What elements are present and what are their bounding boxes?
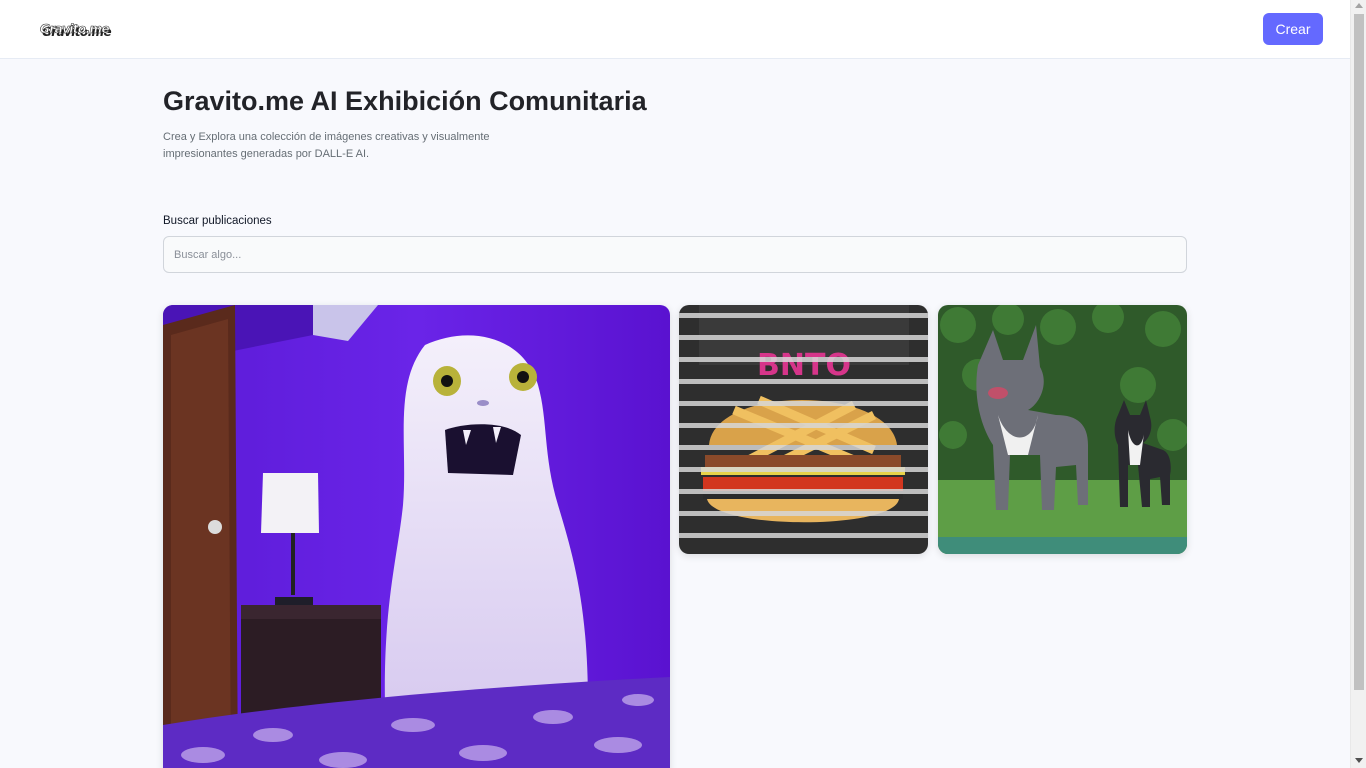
post-card-dogs[interactable] (938, 305, 1187, 554)
logo[interactable]: Gravito.me Gravito.me (40, 22, 112, 42)
create-button[interactable]: Crear (1263, 13, 1323, 45)
top-nav: Gravito.me Gravito.me Crear (0, 0, 1350, 59)
burger-sign-text: BNTO (757, 348, 851, 383)
search-input[interactable] (163, 236, 1187, 273)
search-label: Buscar publicaciones (163, 215, 272, 227)
post-card-burger[interactable]: BNTO (679, 305, 928, 554)
post-card-ghost[interactable] (163, 305, 670, 768)
scroll-thumb[interactable] (1354, 14, 1364, 690)
scroll-down-arrow-icon[interactable] (1355, 758, 1363, 763)
page-subtitle: Crea y Explora una colección de imágenes… (163, 131, 490, 160)
ghost-image (163, 305, 670, 768)
page-scrollbar[interactable] (1350, 0, 1366, 768)
page-title: Gravito.me AI Exhibición Comunitaria (163, 86, 647, 116)
dogs-image (938, 305, 1187, 554)
burger-image: BNTO (679, 305, 928, 554)
logo-text: Gravito.me (40, 22, 110, 37)
scroll-up-arrow-icon[interactable] (1355, 3, 1363, 8)
